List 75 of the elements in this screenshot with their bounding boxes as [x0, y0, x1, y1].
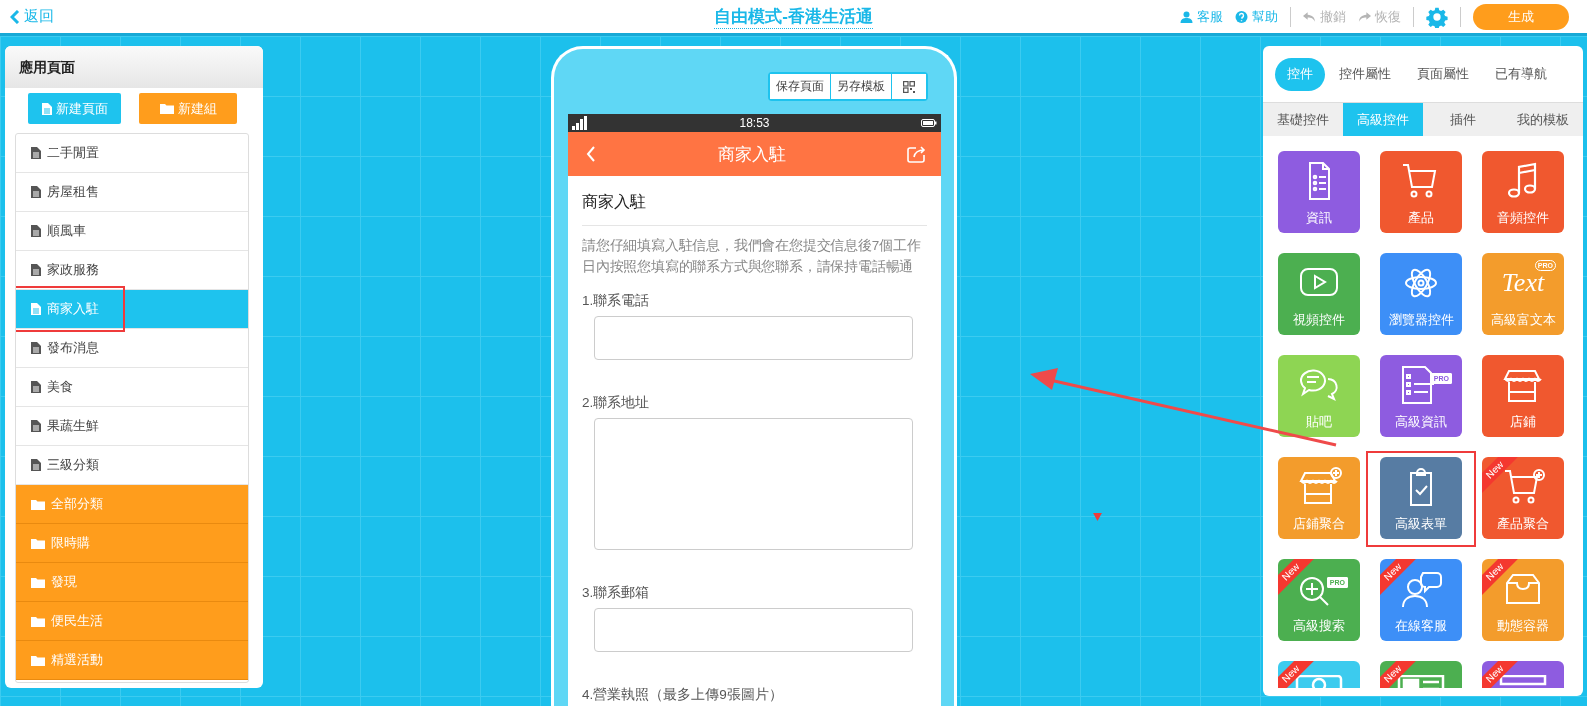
widget-tile[interactable]: 資訊: [1278, 151, 1360, 233]
folder-icon: [159, 103, 174, 114]
widget-tile[interactable]: 產品: [1380, 151, 1462, 233]
document-icon: [31, 303, 41, 315]
undo-icon: [1303, 10, 1316, 23]
settings-icon[interactable]: [1426, 5, 1448, 28]
page-list-item[interactable]: 全部分類: [16, 485, 248, 524]
page-list-item[interactable]: 便民生活: [16, 602, 248, 641]
document-icon: [31, 225, 41, 237]
page-list-item[interactable]: 美食: [16, 368, 248, 407]
document-icon: [41, 102, 52, 115]
page-list-item[interactable]: 精選活動: [16, 641, 248, 680]
form-title: 商家入駐: [582, 176, 927, 226]
input-field[interactable]: [594, 608, 913, 652]
share-icon[interactable]: [907, 145, 927, 163]
page-list-item[interactable]: 限時購: [16, 524, 248, 563]
status-time: 18:53: [739, 116, 770, 130]
panel-title: 應用頁面: [5, 46, 263, 88]
field-label: 3.聯系郵箱: [582, 584, 651, 602]
category-tab[interactable]: 基礎控件: [1263, 103, 1343, 136]
phone-toolbar-button[interactable]: 保存頁面: [770, 74, 831, 99]
input-field[interactable]: [594, 316, 913, 360]
help-icon: [1235, 10, 1248, 23]
document-icon: [31, 420, 41, 432]
marker-icon: [1093, 513, 1102, 521]
field-label: 1.聯系電話: [582, 292, 651, 310]
field-label: 4.營業執照（最多上傳9張圖片）: [582, 686, 784, 704]
document-icon: [31, 459, 41, 471]
chevron-left-icon: [10, 9, 20, 24]
widget-tile[interactable]: 店鋪聚合: [1278, 457, 1360, 539]
panel-tab[interactable]: 頁面屬性: [1405, 57, 1481, 91]
panel-tab[interactable]: 控件: [1275, 57, 1325, 91]
page-list-item[interactable]: 順風車: [16, 212, 248, 251]
category-tab[interactable]: 插件: [1423, 103, 1503, 136]
redo-icon: [1358, 10, 1371, 23]
battery-icon: [921, 119, 937, 127]
field-label: 2.聯系地址: [582, 394, 651, 412]
page-list-item[interactable]: 發布消息: [16, 329, 248, 368]
new-page-button[interactable]: 新建頁面: [28, 93, 121, 124]
form-description: 請您仔細填寫入駐信息，我們會在您提交信息後7個工作日內按照您填寫的聯系方式與您聯系，請保持電話暢通: [582, 237, 922, 276]
page-title: 商家入駐: [717, 143, 786, 166]
page-list-item[interactable]: 二手閒置: [16, 134, 248, 173]
text-area[interactable]: [594, 418, 913, 550]
page-list-item[interactable]: 房屋租售: [16, 173, 248, 212]
panel-tab[interactable]: 控件屬性: [1327, 57, 1403, 91]
back-button[interactable]: 返回: [10, 7, 54, 26]
person-icon: [1180, 10, 1193, 23]
folder-icon: [31, 537, 45, 549]
qr-code-icon: [903, 80, 915, 93]
generate-button[interactable]: 生成: [1473, 3, 1569, 30]
document-icon: [31, 264, 41, 276]
category-tab[interactable]: 高級控件: [1343, 103, 1423, 136]
widget-tile[interactable]: 高級表單: [1380, 457, 1462, 539]
document-icon: [31, 342, 41, 354]
folder-icon: [31, 654, 45, 666]
document-icon: [31, 186, 41, 198]
new-group-button[interactable]: 新建組: [139, 93, 237, 124]
widget-tile[interactable]: 店鋪: [1482, 355, 1564, 437]
panel-tab[interactable]: 已有導航: [1483, 57, 1559, 91]
service-button[interactable]: 客服: [1180, 7, 1223, 26]
folder-icon: [31, 498, 45, 510]
page-list-item[interactable]: 果蔬生鮮: [16, 407, 248, 446]
signal-icon: [572, 116, 588, 130]
project-title: 自由模式-香港生活通: [714, 4, 873, 29]
folder-icon: [31, 576, 45, 588]
widget-tile[interactable]: 音頻控件: [1482, 151, 1564, 233]
folder-icon: [31, 615, 45, 627]
back-icon[interactable]: [586, 145, 596, 163]
category-tab[interactable]: 我的模板: [1503, 103, 1583, 136]
document-icon: [31, 147, 41, 159]
widget-tile[interactable]: 瀏覽器控件: [1380, 253, 1462, 335]
help-button[interactable]: 幫助: [1235, 7, 1278, 26]
page-list-item[interactable]: 發現: [16, 563, 248, 602]
widget-tile[interactable]: 視頻控件: [1278, 253, 1360, 335]
document-icon: [31, 381, 41, 393]
